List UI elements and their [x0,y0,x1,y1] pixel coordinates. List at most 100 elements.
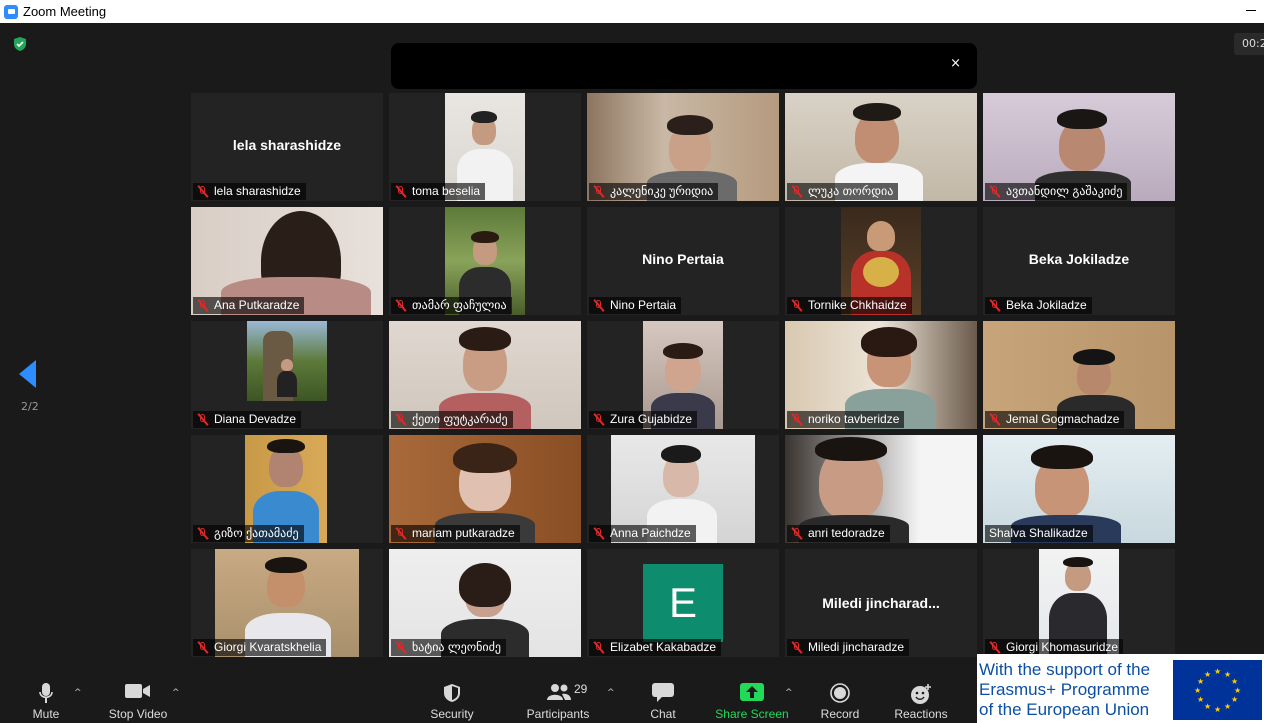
participant-name-label: Nino Pertaia [589,297,682,314]
participant-name: mariam putkaradze [412,526,515,540]
participant-tile[interactable]: toma beselia [389,93,581,201]
participant-name-label: mariam putkaradze [391,525,520,542]
participant-name-label: toma beselia [391,183,486,200]
record-icon [830,683,850,703]
participant-name-label: Jemal Gogmachadze [985,411,1125,428]
participant-name-label: Giorgi Kvaratskhelia [193,639,327,656]
participant-tile[interactable]: Beka Jokiladze Beka Jokiladze [983,207,1175,315]
record-label: Record [820,707,860,721]
participant-tile[interactable]: კალენიკე ურიდია [587,93,779,201]
participant-name: Giorgi Kvaratskhelia [214,640,322,654]
participant-tile[interactable]: Shalva Shalikadze [983,435,1175,543]
muted-mic-icon [989,184,1001,198]
participants-label: Participants [526,707,590,721]
participant-display-name: lela sharashidze [232,137,342,153]
reactions-button[interactable]: Reactions [890,673,952,723]
participant-name: Beka Jokiladze [1006,298,1087,312]
window-title: Zoom Meeting [23,4,107,19]
chat-button[interactable]: Chat [638,673,688,723]
participant-name-label: Diana Devadze [193,411,302,428]
participant-name: Ana Putkaradze [214,298,300,312]
participants-options-caret-icon[interactable]: ^ [607,688,615,698]
stop-video-label: Stop Video [108,707,168,721]
participant-tile[interactable]: ავთანდილ გაშაკიძე [983,93,1175,201]
participant-name-label: Zura Gujabidze [589,411,698,428]
share-screen-button[interactable]: Share Screen [712,673,792,723]
participant-name: ქეთი ფუტკარაძე [412,412,508,426]
muted-mic-icon [791,412,803,426]
participant-display-name: Miledi jincharad... [822,595,940,611]
minimize-button[interactable] [1246,10,1256,11]
participant-tile[interactable]: Tornike Chkhaidze [785,207,977,315]
participant-tile[interactable]: Zura Gujabidze [587,321,779,429]
participant-tile[interactable]: Diana Devadze [191,321,383,429]
participant-name: Zura Gujabidze [610,412,693,426]
muted-mic-icon [197,412,209,426]
previous-page-arrow-icon[interactable] [19,360,36,388]
mute-label: Mute [32,707,60,721]
participant-tile[interactable]: ლუკა თორდია [785,93,977,201]
participant-tile[interactable]: გიზო ქათამაძე [191,435,383,543]
participant-name-label: ქეთი ფუტკარაძე [391,411,513,428]
participant-tile[interactable]: Ana Putkaradze [191,207,383,315]
participant-tile[interactable]: Giorgi Khomasuridze [983,549,1175,657]
stop-video-button[interactable]: Stop Video [100,673,176,723]
meeting-timer: 00:2 [1234,33,1264,55]
participant-name: noriko tavberidze [808,412,900,426]
participant-tile[interactable]: noriko tavberidze [785,321,977,429]
banner-text: With the support of the Erasmus+ Program… [979,660,1150,720]
participant-tile[interactable]: თამარ ფაჩულია [389,207,581,315]
muted-mic-icon [197,298,209,312]
participant-name-label: noriko tavberidze [787,411,905,428]
share-options-caret-icon[interactable]: ^ [785,688,793,698]
participant-tile[interactable]: E Elizabet Kakabadze [587,549,779,657]
participant-display-name: Nino Pertaia [642,251,724,267]
participant-tile[interactable]: Giorgi Kvaratskhelia [191,549,383,657]
participant-tile[interactable]: Nino Pertaia Nino Pertaia [587,207,779,315]
participant-grid: lela sharashidze lela sharashidze toma b… [191,93,1175,657]
participant-name: anri tedoradze [808,526,885,540]
participant-tile[interactable]: lela sharashidze lela sharashidze [191,93,383,201]
record-button[interactable]: Record [812,673,868,723]
participant-tile[interactable]: ქეთი ფუტკარაძე [389,321,581,429]
muted-mic-icon [395,640,407,654]
participant-name-label: გიზო ქათამაძე [193,525,304,542]
participant-name: lela sharashidze [214,184,301,198]
participant-tile[interactable]: Jemal Gogmachadze [983,321,1175,429]
muted-mic-icon [791,526,803,540]
zoom-app-icon [4,4,18,19]
muted-mic-icon [197,526,209,540]
participant-tile[interactable]: anri tedoradze [785,435,977,543]
encryption-shield-icon[interactable] [12,36,28,52]
participant-name: გიზო ქათამაძე [214,526,299,540]
participant-name: Elizabet Kakabadze [610,640,717,654]
participant-tile[interactable]: mariam putkaradze [389,435,581,543]
redacted-banner: × [391,43,977,89]
close-icon[interactable]: × [950,56,961,71]
page-indicator: 2/2 [21,400,39,413]
participant-tile[interactable]: ხატია ლეონიძე [389,549,581,657]
erasmus-support-banner: With the support of the Erasmus+ Program… [977,654,1264,723]
participant-tile[interactable]: Miledi jincharad... Miledi jincharadze [785,549,977,657]
muted-mic-icon [593,526,605,540]
reactions-smiley-icon [911,684,931,704]
security-button[interactable]: Security [422,673,482,723]
audio-options-caret-icon[interactable]: ^ [74,688,82,698]
participant-display-name: Beka Jokiladze [1028,251,1130,267]
participant-tile[interactable]: Anna Paichdze [587,435,779,543]
muted-mic-icon [395,526,407,540]
eu-flag-icon: ★ ★ ★ ★ ★ ★ ★ ★ ★ ★ ★ ★ [1173,660,1262,720]
muted-mic-icon [197,640,209,654]
mute-button[interactable]: Mute [18,673,74,723]
participant-name-label: Anna Paichdze [589,525,696,542]
participant-name-label: ხატია ლეონიძე [391,639,506,656]
participant-name: Nino Pertaia [610,298,677,312]
muted-mic-icon [593,184,605,198]
participant-video [247,321,327,401]
muted-mic-icon [791,298,803,312]
share-screen-label: Share Screen [715,707,789,721]
participant-name-label: anri tedoradze [787,525,890,542]
muted-mic-icon [989,640,1001,654]
video-options-caret-icon[interactable]: ^ [172,688,180,698]
participants-button[interactable]: 29 Participants [523,673,593,723]
